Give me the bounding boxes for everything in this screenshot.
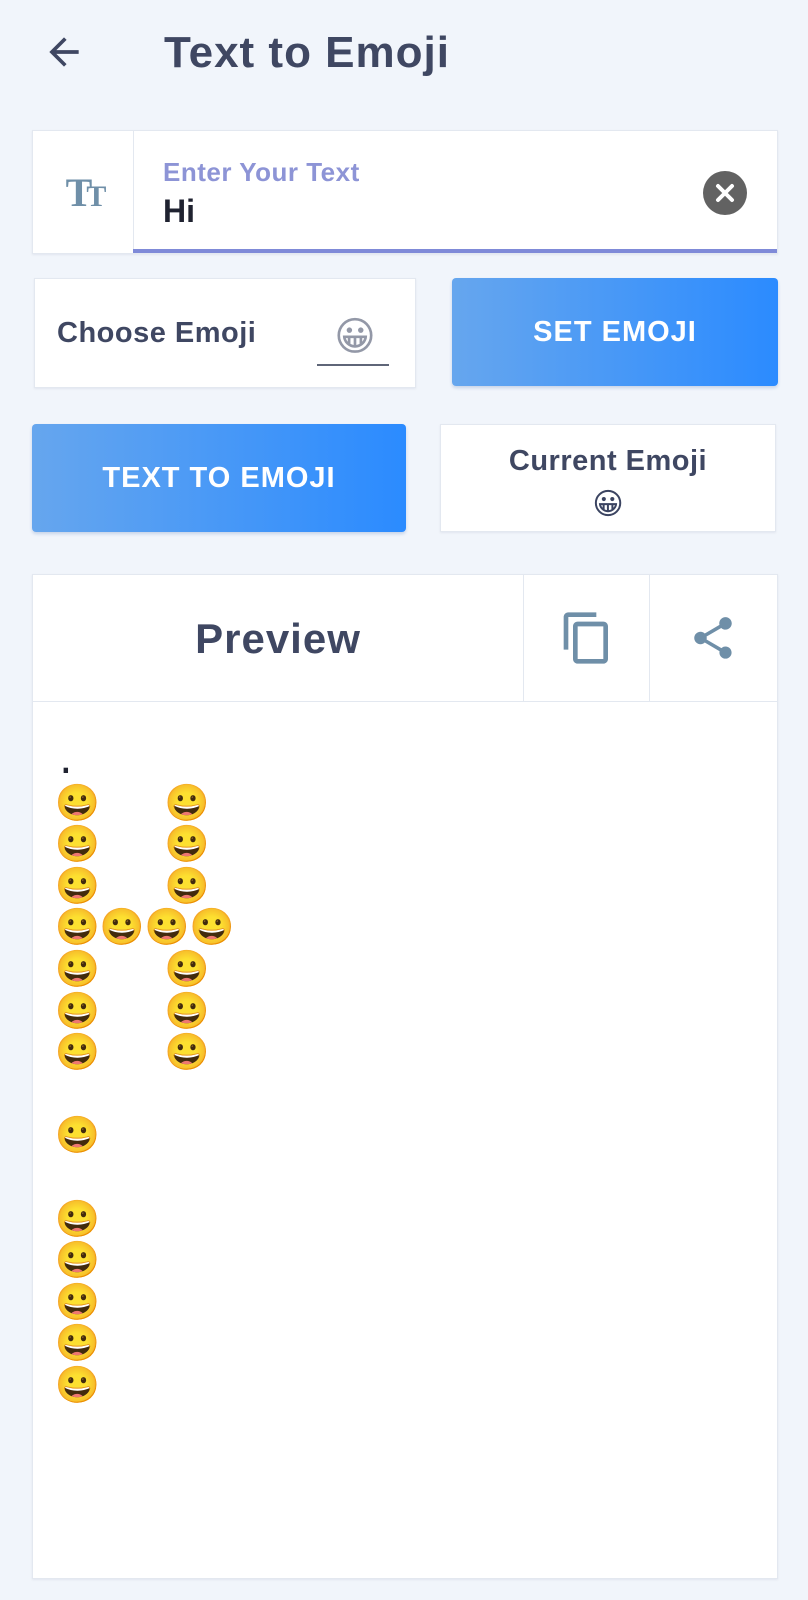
current-emoji-value: 😀 (592, 488, 624, 521)
share-icon (694, 617, 732, 659)
preview-header: Preview (33, 575, 777, 702)
text-input-underline (133, 249, 777, 253)
close-circle-icon (716, 184, 734, 202)
preview-body: . 😀 😀 😀 😀 😀 😀 😀😀😀😀 😀 😀 😀 😀 😀 😀 😀 😀 😀 😀 😀… (55, 741, 757, 1558)
choose-emoji-card[interactable]: Choose Emoji 😀 (34, 278, 416, 388)
text-input-card: TT Enter Your Text Hi (32, 130, 778, 254)
choose-emoji-underline (317, 364, 389, 366)
preview-emoji-art: . 😀 😀 😀 😀 😀 😀 😀😀😀😀 😀 😀 😀 😀 😀 😀 😀 😀 😀 😀 😀… (55, 741, 235, 1406)
text-size-icon: TT (65, 169, 107, 216)
text-to-emoji-button[interactable]: TEXT TO EMOJI (32, 424, 406, 532)
current-emoji-label: Current Emoji (508, 445, 708, 477)
back-button[interactable] (40, 28, 88, 76)
set-emoji-button[interactable]: SET EMOJI (452, 278, 778, 386)
text-input-value[interactable]: Hi (163, 193, 195, 230)
text-input-label: Enter Your Text (163, 157, 360, 187)
choose-emoji-label: Choose Emoji (57, 317, 257, 349)
arrow-left-icon (49, 37, 79, 67)
text-size-icon-letter-small: T (86, 179, 106, 213)
text-size-icon-letter-large: T (65, 169, 93, 215)
preview-title: Preview (195, 615, 361, 662)
current-emoji-card: Current Emoji 😀 (440, 424, 776, 532)
clear-text-button[interactable] (703, 171, 747, 215)
copy-icon (563, 612, 608, 664)
app-bar: Text to Emoji (0, 0, 808, 112)
choose-emoji-field[interactable]: 😀 (331, 313, 379, 361)
text-input-field[interactable]: Enter Your Text Hi (133, 131, 777, 253)
text-size-icon-box: TT (33, 131, 134, 253)
page-title: Text to Emoji (164, 28, 450, 77)
preview-card: Preview . 😀 😀 😀 😀 😀 😀 😀😀😀😀 😀 😀 😀 😀 😀 😀 😀… (32, 574, 778, 1579)
copy-button[interactable] (523, 575, 650, 701)
share-button[interactable] (649, 575, 776, 701)
